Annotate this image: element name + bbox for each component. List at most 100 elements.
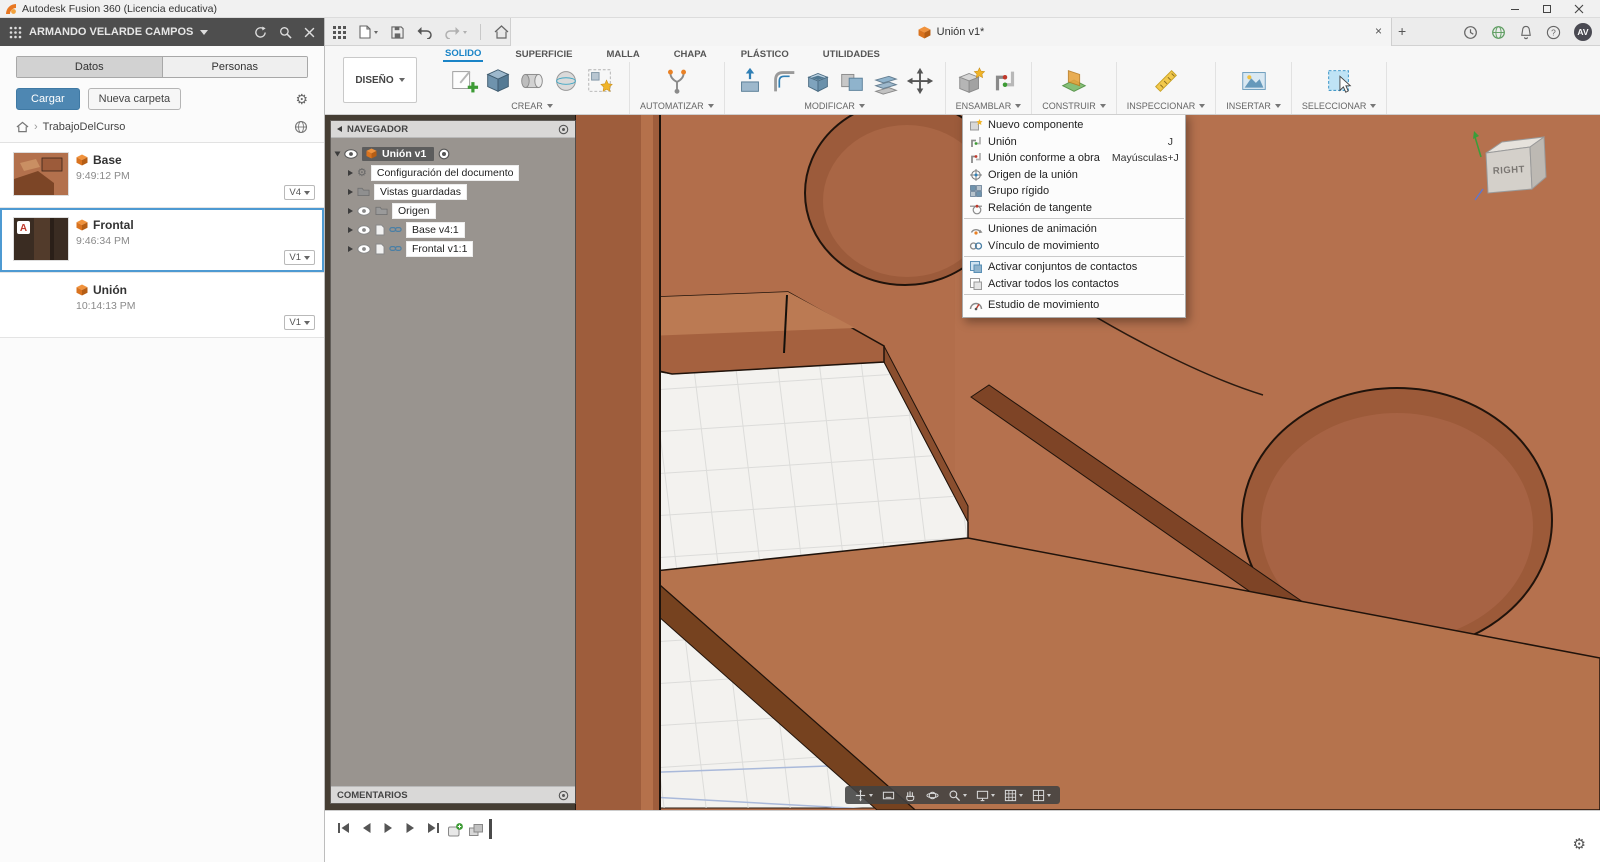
refresh-icon[interactable]	[254, 25, 267, 39]
navigator-header[interactable]: NAVEGADOR	[331, 121, 575, 138]
grid-snaps-button[interactable]	[1004, 789, 1023, 802]
fillet-icon[interactable]	[769, 64, 799, 98]
history-clock-icon[interactable]	[1463, 25, 1478, 40]
expand-caret-icon[interactable]	[348, 188, 353, 195]
insert-image-icon[interactable]	[1239, 64, 1269, 98]
undo-icon[interactable]	[417, 26, 432, 39]
menu-item-nuevo-componente[interactable]: Nuevo componente	[963, 117, 1185, 134]
close-panel-icon[interactable]	[304, 27, 315, 38]
document-card-base[interactable]: Base 9:49:12 PM V4	[0, 143, 324, 208]
navigator-root-row[interactable]: Unión v1	[334, 144, 571, 163]
tab-close-icon[interactable]: ×	[1375, 24, 1382, 38]
play-button[interactable]	[383, 822, 394, 834]
keyboard-shortcuts-button[interactable]	[882, 789, 895, 802]
combine-icon[interactable]	[837, 64, 867, 98]
menu-item-uniones-animacion[interactable]: Uniones de animación	[963, 221, 1185, 238]
comments-options-icon[interactable]	[558, 790, 569, 801]
comments-bar[interactable]: COMENTARIOS	[331, 786, 575, 803]
group-label-crear[interactable]: CREAR	[511, 101, 553, 111]
breadcrumb-folder[interactable]: TrabajoDelCurso	[43, 121, 126, 133]
menu-item-vinculo-movimiento[interactable]: Vínculo de movimiento	[963, 238, 1185, 255]
menu-item-union[interactable]: Unión J	[963, 134, 1185, 151]
home-view-icon[interactable]	[494, 25, 509, 39]
navigator-row-origin[interactable]: Origen	[335, 201, 571, 220]
expand-caret-icon[interactable]	[348, 169, 353, 176]
team-caret-icon[interactable]	[200, 29, 209, 35]
panel-options-icon[interactable]	[558, 124, 569, 135]
version-chip[interactable]: V1	[284, 315, 315, 330]
document-tab[interactable]: Unión v1* ×	[510, 18, 1392, 46]
group-label-inspeccionar[interactable]: INSPECCIONAR	[1127, 101, 1206, 111]
expand-caret-icon[interactable]	[348, 207, 353, 214]
menu-item-estudio-movimiento[interactable]: Estudio de movimiento	[963, 297, 1185, 314]
create-box-icon[interactable]	[483, 64, 513, 98]
construct-plane-icon[interactable]	[1059, 64, 1089, 98]
navigator-root-label[interactable]: Unión v1	[362, 146, 435, 161]
version-chip[interactable]: V1	[284, 250, 315, 265]
expand-caret-icon[interactable]	[348, 226, 353, 233]
viewcube-face-label[interactable]: RIGHT	[1493, 164, 1526, 177]
help-icon[interactable]: ?	[1546, 25, 1561, 40]
visibility-eye-icon[interactable]	[357, 224, 371, 235]
globe-icon[interactable]	[294, 120, 308, 134]
expand-caret-icon[interactable]	[348, 245, 353, 252]
step-back-button[interactable]	[361, 822, 372, 834]
viewcube[interactable]: RIGHT	[1472, 127, 1562, 211]
group-label-insertar[interactable]: INSERTAR	[1226, 101, 1281, 111]
zoom-button[interactable]	[948, 789, 967, 802]
visibility-eye-icon[interactable]	[344, 148, 358, 159]
select-icon[interactable]	[1324, 64, 1354, 98]
home-icon[interactable]	[16, 121, 29, 133]
step-forward-button[interactable]	[405, 822, 416, 834]
timeline-playhead[interactable]	[489, 819, 492, 839]
create-sphere-icon[interactable]	[551, 64, 581, 98]
close-button[interactable]	[1563, 0, 1595, 17]
minimize-button[interactable]	[1499, 0, 1531, 17]
navigator-row-frontal[interactable]: Frontal v1:1	[335, 239, 571, 258]
tab-datos[interactable]: Datos	[17, 57, 162, 77]
document-card-frontal[interactable]: A Frontal 9:46:34 PM V1	[0, 208, 324, 273]
pan-hand-button[interactable]	[904, 789, 917, 802]
team-name[interactable]: ARMANDO VELARDE CAMPOS	[29, 26, 193, 38]
teams-grid-icon[interactable]	[9, 26, 22, 39]
visibility-eye-icon[interactable]	[357, 243, 371, 254]
expand-caret-icon[interactable]	[334, 151, 341, 156]
ribbon-tab-plastico[interactable]: PLÁSTICO	[739, 48, 791, 61]
skip-to-end-button[interactable]	[427, 822, 440, 834]
menu-item-activar-todos[interactable]: Activar todos los contactos	[963, 276, 1185, 293]
panel-settings-gear-icon[interactable]: ⚙	[295, 91, 308, 108]
viewports-button[interactable]	[1032, 789, 1051, 802]
timeline-component-marker[interactable]	[447, 822, 464, 839]
viewport[interactable]: RIGHT NAVEGADOR Unión v1 ⚙ Configuración…	[325, 115, 1600, 810]
menu-item-grupo-rigido[interactable]: Grupo rígido	[963, 183, 1185, 200]
dock-toolbar-button[interactable]	[854, 788, 873, 802]
menu-item-origen-union[interactable]: Origen de la unión	[963, 167, 1185, 184]
draft-icon[interactable]	[871, 64, 901, 98]
automate-icon[interactable]	[662, 64, 692, 98]
group-label-construir[interactable]: CONSTRUIR	[1042, 101, 1106, 111]
display-settings-button[interactable]	[976, 789, 995, 802]
document-card-union[interactable]: Unión 10:14:13 PM V1	[0, 273, 324, 338]
ribbon-tab-superficie[interactable]: SUPERFICIE	[513, 48, 574, 61]
measure-icon[interactable]	[1151, 64, 1181, 98]
group-label-automatizar[interactable]: AUTOMATIZAR	[640, 101, 714, 111]
menu-item-relacion-tangente[interactable]: Relación de tangente	[963, 200, 1185, 217]
group-label-ensamblar[interactable]: ENSAMBLAR	[956, 101, 1022, 111]
upload-button[interactable]: Cargar	[16, 88, 80, 110]
redo-button[interactable]	[445, 26, 467, 39]
ribbon-tab-malla[interactable]: MALLA	[604, 48, 641, 61]
create-pattern-icon[interactable]	[585, 64, 615, 98]
new-tab-icon[interactable]: +	[1398, 23, 1406, 39]
version-chip[interactable]: V4	[284, 185, 315, 200]
new-component-icon[interactable]	[956, 64, 986, 98]
app-grid-icon[interactable]	[333, 25, 346, 39]
group-label-seleccionar[interactable]: SELECCIONAR	[1302, 101, 1377, 111]
navigator-row-saved-views[interactable]: Vistas guardadas	[335, 182, 571, 201]
file-menu-button[interactable]	[359, 25, 378, 39]
ribbon-tab-utilidades[interactable]: UTILIDADES	[821, 48, 882, 61]
create-cylinder-icon[interactable]	[517, 64, 547, 98]
menu-item-activar-conjuntos[interactable]: Activar conjuntos de contactos	[963, 259, 1185, 276]
visibility-eye-icon[interactable]	[357, 205, 371, 216]
create-sketch-icon[interactable]	[449, 64, 479, 98]
maximize-button[interactable]	[1531, 0, 1563, 17]
